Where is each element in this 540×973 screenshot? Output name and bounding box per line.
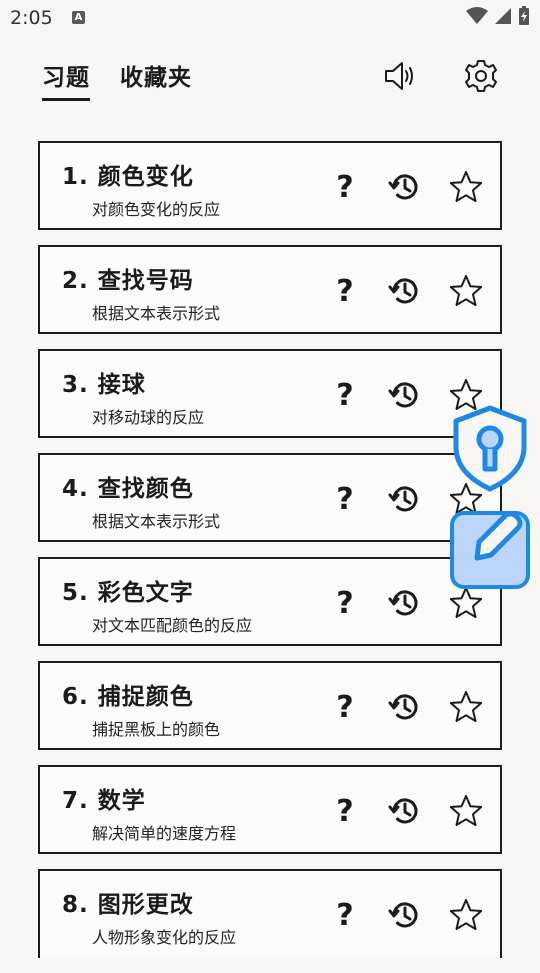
exercise-card[interactable]: 7. 数学 解决简单的速度方程 ? [38, 765, 502, 854]
exercise-card[interactable]: 2. 查找号码 根据文本表示形式 ? [38, 245, 502, 334]
favorite-button[interactable] [446, 167, 486, 207]
edit-icon [450, 511, 530, 589]
history-icon [388, 694, 418, 720]
favorite-button[interactable] [446, 687, 486, 727]
tab-bar: 习题 收藏夹 [42, 58, 192, 101]
star-icon [449, 899, 483, 930]
exercise-card[interactable]: 5. 彩色文字 对文本匹配颜色的反应 ? [38, 557, 502, 646]
exercise-title: 3. 接球 [62, 372, 146, 398]
exercise-title: 2. 查找号码 [62, 268, 194, 294]
exercise-card[interactable]: 6. 捕捉颜色 捕捉黑板上的颜色 ? [38, 661, 502, 750]
status-icons [466, 6, 530, 26]
signal-icon [495, 8, 511, 24]
star-icon [449, 171, 483, 202]
exercise-title: 7. 数学 [62, 788, 146, 814]
tab-exercises[interactable]: 习题 [42, 58, 90, 101]
exercise-subtitle: 根据文本表示形式 [92, 512, 221, 531]
battery-icon [519, 6, 529, 25]
star-icon [449, 587, 483, 618]
exercise-subtitle: 捕捉黑板上的颜色 [92, 720, 221, 739]
exercise-list: 1. 颜色变化 对颜色变化的反应 ? 2. 查找号码 根据文本表示形式 ? 3.… [38, 141, 502, 973]
exercise-title: 1. 颜色变化 [62, 164, 194, 190]
history-button[interactable] [384, 271, 424, 311]
star-icon [449, 275, 483, 306]
status-time: 2:05 [10, 7, 53, 29]
exercise-title: 4. 查找颜色 [62, 476, 194, 502]
settings-button[interactable] [463, 58, 499, 94]
history-button[interactable] [384, 687, 424, 727]
history-icon [388, 278, 418, 304]
help-button[interactable]: ? [325, 687, 365, 727]
gear-icon [465, 60, 497, 92]
history-icon [388, 798, 418, 824]
help-button[interactable]: ? [325, 791, 365, 831]
exercise-subtitle: 对文本匹配颜色的反应 [92, 616, 253, 635]
exercise-subtitle: 对移动球的反应 [92, 408, 205, 427]
favorite-button[interactable] [446, 791, 486, 831]
history-button[interactable] [384, 583, 424, 623]
exercise-card[interactable]: 8. 图形更改 人物形象变化的反应 ? [38, 869, 502, 958]
favorite-button[interactable] [446, 271, 486, 311]
help-button[interactable]: ? [325, 375, 365, 415]
favorite-button[interactable] [446, 895, 486, 935]
tab-favorites[interactable]: 收藏夹 [120, 58, 192, 101]
edit-float-button[interactable] [449, 508, 533, 590]
help-icon: ? [336, 169, 354, 205]
history-button[interactable] [384, 791, 424, 831]
help-button[interactable]: ? [325, 583, 365, 623]
help-icon: ? [336, 273, 354, 309]
history-icon [388, 174, 418, 200]
help-icon: ? [336, 793, 354, 829]
history-button[interactable] [384, 479, 424, 519]
star-icon [449, 691, 483, 722]
exercise-title: 8. 图形更改 [62, 892, 194, 918]
exercise-title: 6. 捕捉颜色 [62, 684, 194, 710]
exercise-card[interactable]: 4. 查找颜色 根据文本表示形式 ? [38, 453, 502, 542]
history-icon [388, 382, 418, 408]
sound-button[interactable] [382, 58, 418, 94]
status-bar: 2:05 A [0, 0, 540, 36]
exercise-subtitle: 人物形象变化的反应 [92, 928, 237, 947]
help-icon: ? [336, 377, 354, 413]
star-icon [449, 795, 483, 826]
notification-a-icon: A [72, 11, 85, 24]
help-button[interactable]: ? [325, 479, 365, 519]
history-button[interactable] [384, 375, 424, 415]
exercise-subtitle: 根据文本表示形式 [92, 304, 221, 323]
help-button[interactable]: ? [325, 167, 365, 207]
help-icon: ? [336, 897, 354, 933]
exercise-title: 5. 彩色文字 [62, 580, 194, 606]
security-float-button[interactable] [450, 403, 530, 493]
help-button[interactable]: ? [325, 271, 365, 311]
history-icon [388, 486, 418, 512]
help-icon: ? [336, 585, 354, 621]
help-icon: ? [336, 689, 354, 725]
help-icon: ? [336, 481, 354, 517]
shield-key-icon [453, 405, 527, 492]
history-icon [388, 902, 418, 928]
history-button[interactable] [384, 895, 424, 935]
speaker-icon [385, 62, 413, 90]
exercise-subtitle: 对颜色变化的反应 [92, 200, 221, 219]
history-button[interactable] [384, 167, 424, 207]
help-button[interactable]: ? [325, 895, 365, 935]
wifi-icon [466, 7, 488, 24]
history-icon [388, 590, 418, 616]
exercise-card[interactable]: 3. 接球 对移动球的反应 ? [38, 349, 502, 438]
exercise-subtitle: 解决简单的速度方程 [92, 824, 237, 843]
exercise-card[interactable]: 1. 颜色变化 对颜色变化的反应 ? [38, 141, 502, 230]
